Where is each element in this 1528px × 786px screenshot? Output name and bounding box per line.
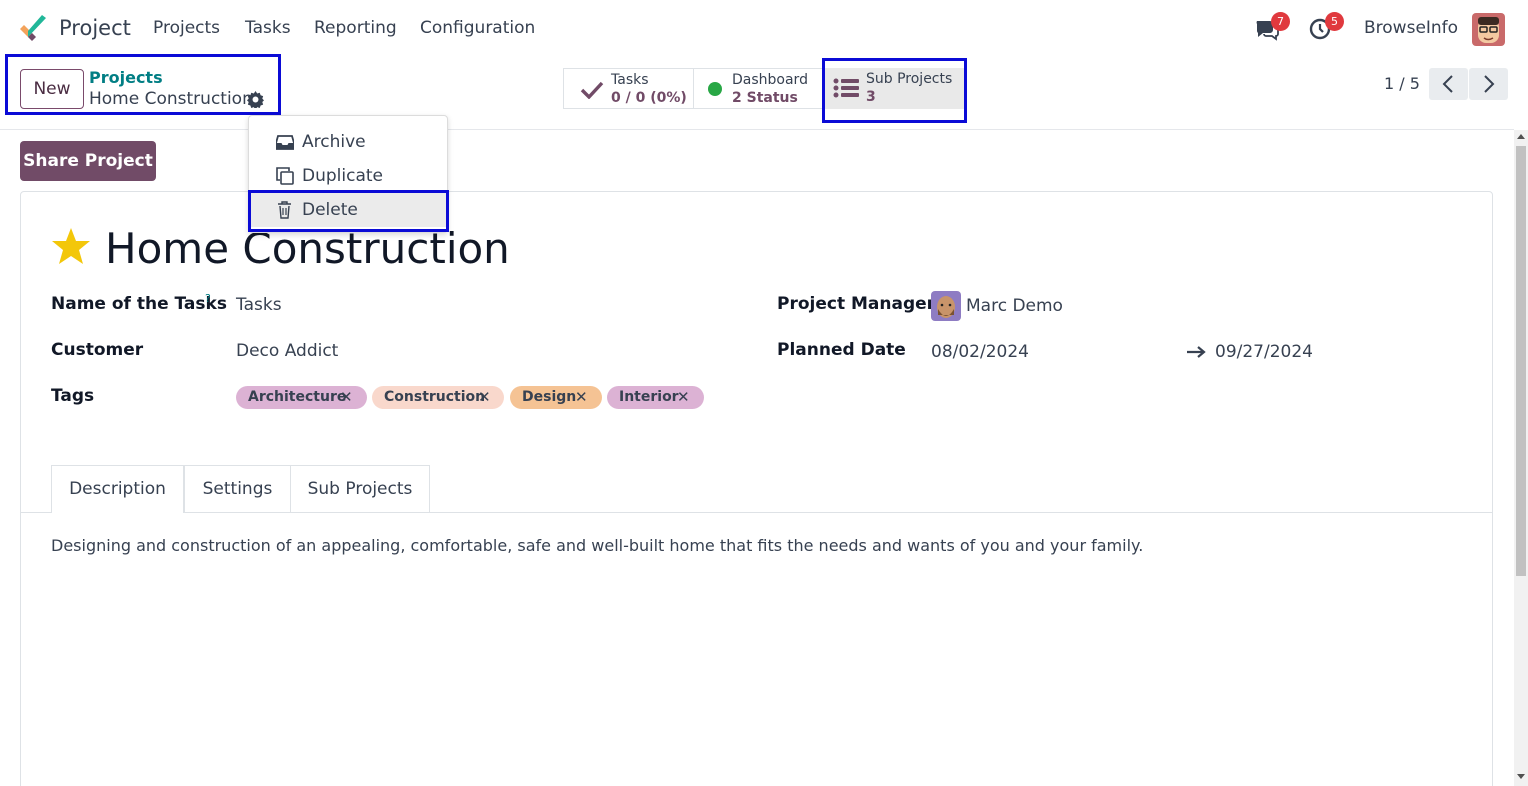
customer-label: Customer bbox=[51, 340, 144, 360]
chevron-right-icon bbox=[1484, 75, 1495, 93]
breadcrumb-projects-link[interactable]: Projects bbox=[89, 68, 163, 87]
remove-tag-icon[interactable]: ✕ bbox=[677, 386, 690, 409]
tasks-stat-label: Tasks bbox=[611, 72, 649, 88]
new-button[interactable]: New bbox=[20, 69, 84, 109]
dashboard-stat-value: 2 Status bbox=[732, 90, 798, 106]
project-manager-value[interactable]: Marc Demo bbox=[966, 296, 1063, 316]
tab-description[interactable]: Description bbox=[51, 465, 184, 513]
scroll-down-arrow-icon[interactable] bbox=[1517, 774, 1525, 779]
status-dot-icon bbox=[708, 82, 722, 96]
planned-end-date[interactable]: 09/27/2024 bbox=[1215, 342, 1313, 362]
user-avatar[interactable] bbox=[1472, 13, 1505, 46]
breadcrumb-current: Home Construction bbox=[89, 89, 253, 109]
delete-highlight bbox=[248, 190, 449, 232]
check-icon bbox=[580, 81, 604, 99]
menu-item-label: Duplicate bbox=[302, 166, 383, 186]
top-navbar: Project Projects Tasks Reporting Configu… bbox=[0, 0, 1528, 57]
archive-icon bbox=[276, 135, 294, 150]
tag-construction[interactable]: Construction ✕ bbox=[372, 386, 504, 409]
remove-tag-icon[interactable]: ✕ bbox=[478, 386, 491, 409]
menu-projects[interactable]: Projects bbox=[153, 18, 220, 38]
app-logo-icon[interactable] bbox=[18, 15, 48, 43]
tag-design[interactable]: Design ✕ bbox=[510, 386, 602, 409]
remove-tag-icon[interactable]: ✕ bbox=[575, 386, 588, 409]
planned-start-date[interactable]: 08/02/2024 bbox=[931, 342, 1029, 362]
duplicate-icon bbox=[276, 167, 294, 185]
control-panel-divider bbox=[0, 129, 1514, 130]
menu-configuration[interactable]: Configuration bbox=[420, 18, 535, 38]
activities-badge: 5 bbox=[1325, 12, 1344, 31]
menu-item-duplicate[interactable]: Duplicate bbox=[249, 159, 447, 193]
tab-sub-projects[interactable]: Sub Projects bbox=[290, 465, 430, 513]
arrow-right-icon bbox=[1187, 346, 1206, 358]
messages-badge: 7 bbox=[1271, 12, 1290, 31]
pager-previous-button[interactable] bbox=[1429, 68, 1468, 100]
pager-next-button[interactable] bbox=[1469, 68, 1508, 100]
scroll-up-arrow-icon[interactable] bbox=[1517, 134, 1525, 139]
remove-tag-icon[interactable]: ✕ bbox=[340, 386, 353, 409]
tag-label: Interior bbox=[619, 389, 679, 405]
name-of-tasks-value[interactable]: Tasks bbox=[236, 295, 282, 315]
tag-label: Architecture bbox=[248, 389, 347, 405]
share-project-button[interactable]: Share Project bbox=[20, 141, 156, 181]
customer-value[interactable]: Deco Addict bbox=[236, 341, 338, 361]
menu-tasks[interactable]: Tasks bbox=[245, 18, 291, 38]
chevron-left-icon bbox=[1442, 75, 1453, 93]
pager-value[interactable]: 1 / 5 bbox=[1384, 74, 1420, 93]
menu-item-archive[interactable]: Archive bbox=[249, 125, 447, 159]
tag-label: Construction bbox=[384, 389, 486, 405]
planned-date-label: Planned Date bbox=[777, 340, 906, 360]
manager-avatar[interactable] bbox=[931, 291, 961, 321]
menu-item-label: Archive bbox=[302, 132, 366, 152]
dashboard-stat-label: Dashboard bbox=[732, 72, 808, 88]
tag-label: Design bbox=[522, 389, 577, 405]
dashboard-stat-button[interactable]: Dashboard 2 Status bbox=[693, 68, 824, 109]
favorite-star-icon[interactable] bbox=[51, 226, 91, 266]
project-manager-label: Project Manager bbox=[777, 294, 936, 314]
tasks-stat-button[interactable]: Tasks 0 / 0 (0%) bbox=[563, 68, 694, 109]
user-name[interactable]: BrowseInfo bbox=[1364, 18, 1458, 38]
tab-settings[interactable]: Settings bbox=[184, 465, 291, 513]
help-tooltip-icon[interactable]: ? bbox=[205, 292, 211, 305]
subprojects-highlight bbox=[822, 58, 967, 123]
name-of-tasks-label: Name of the Tasks bbox=[51, 294, 227, 314]
tags-label: Tags bbox=[51, 386, 95, 406]
tasks-stat-value: 0 / 0 (0%) bbox=[611, 90, 687, 106]
tag-architecture[interactable]: Architecture ✕ bbox=[236, 386, 367, 409]
scrollbar-thumb[interactable] bbox=[1516, 146, 1526, 576]
app-name[interactable]: Project bbox=[59, 16, 131, 40]
menu-reporting[interactable]: Reporting bbox=[314, 18, 397, 38]
active-tab-cover bbox=[52, 511, 183, 514]
gear-icon[interactable] bbox=[247, 91, 264, 108]
tag-interior[interactable]: Interior ✕ bbox=[607, 386, 704, 409]
project-description[interactable]: Designing and construction of an appeali… bbox=[51, 536, 1143, 555]
